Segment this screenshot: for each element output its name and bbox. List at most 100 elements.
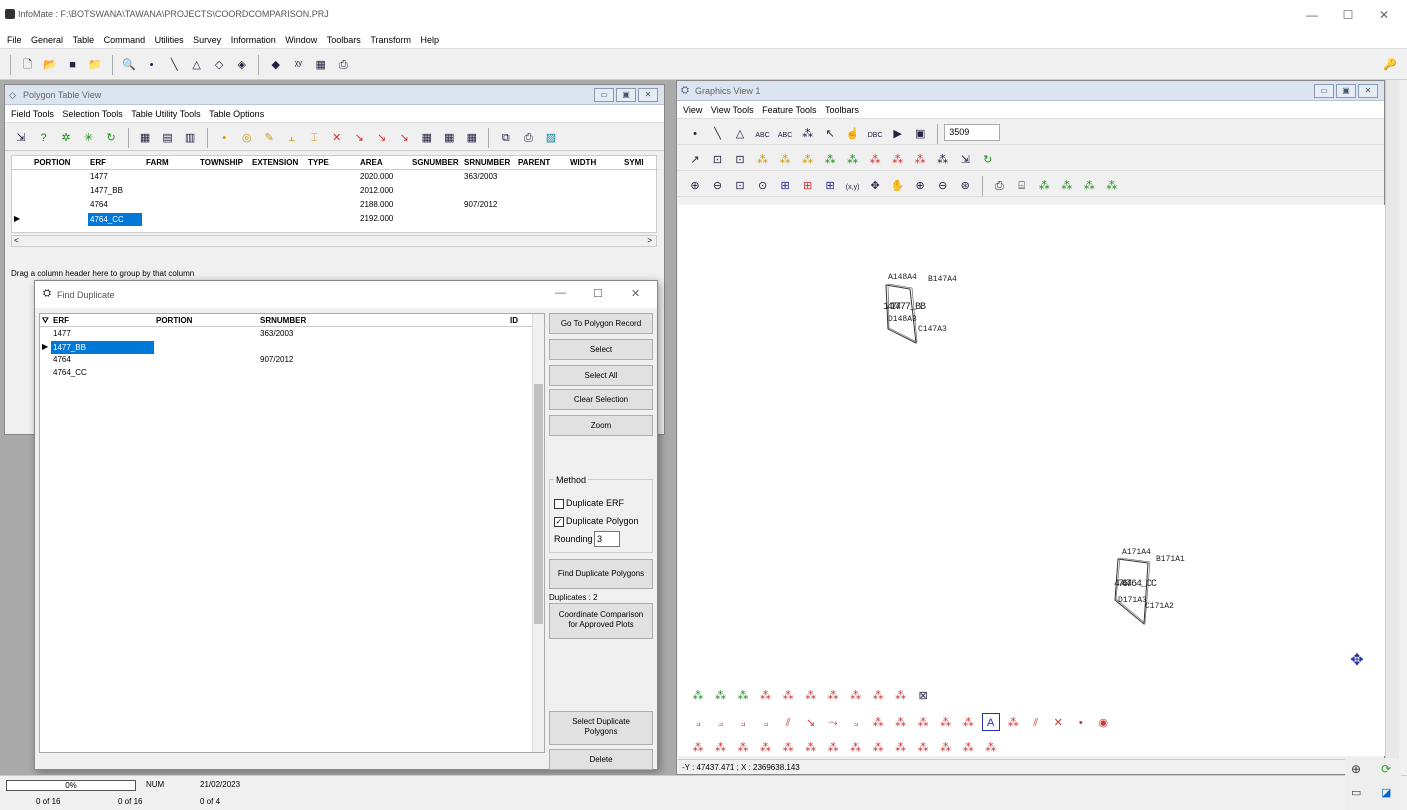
select-button[interactable]: Select <box>549 339 653 360</box>
duplicate-polygon-checkbox[interactable]: ✓ Duplicate Polygon <box>554 516 639 527</box>
menu-survey[interactable]: Survey <box>193 31 221 49</box>
column-header[interactable]: ERF <box>90 156 106 170</box>
menu-view-tools[interactable]: View Tools <box>711 101 754 119</box>
line-o-icon[interactable]: ⫽ <box>1027 714 1045 732</box>
zoom-window-icon[interactable]: ⊡ <box>731 177 749 195</box>
column-header[interactable]: EXTENSION <box>252 156 298 170</box>
pencil-icon[interactable]: ✎ <box>260 129 278 147</box>
zoom-button[interactable]: Zoom <box>549 415 653 436</box>
line-i-icon[interactable]: ⁂ <box>869 714 887 732</box>
line-b-icon[interactable]: ⟓ <box>712 714 730 732</box>
zoom-previous-icon[interactable]: ⊙ <box>754 177 772 195</box>
insert-icon[interactable]: ⌶ <box>305 129 323 147</box>
menu-selection-tools[interactable]: Selection Tools <box>62 105 122 123</box>
frame-select-icon[interactable]: ⊠ <box>914 687 932 705</box>
target-icon[interactable]: ◎ <box>238 129 256 147</box>
coordinate-comparison-button[interactable]: Coordinate Comparison for Approved Plots <box>549 603 653 639</box>
cursor-icon[interactable]: ▶ <box>889 125 907 143</box>
column-header[interactable]: PARENT <box>518 156 550 170</box>
calculator-icon[interactable]: ▦ <box>136 129 154 147</box>
copy-icon[interactable]: ⧉ <box>497 129 515 147</box>
zoom-refresh-icon[interactable]: ⊛ <box>956 177 974 195</box>
zoom-in-icon[interactable]: ⊕ <box>686 177 704 195</box>
node-e-icon[interactable]: ⁂ <box>779 687 797 705</box>
refresh-icon[interactable]: ↻ <box>979 151 997 169</box>
line-e-icon[interactable]: ⫽ <box>779 714 797 732</box>
column-header[interactable]: PORTION <box>156 314 192 328</box>
line-q-icon[interactable]: • <box>1072 714 1090 732</box>
menu-field-tools[interactable]: Field Tools <box>11 105 54 123</box>
map-icon[interactable]: ▦ <box>312 56 330 74</box>
pt-n-icon[interactable]: ⁂ <box>982 739 1000 757</box>
scrollbar-thumb[interactable] <box>534 384 543 624</box>
node-c-icon[interactable]: ⁂ <box>1080 177 1098 195</box>
pt-d-icon[interactable]: ⁂ <box>757 739 775 757</box>
xy-icon[interactable]: ᵡʸ <box>289 56 307 74</box>
node-f-icon[interactable]: ⁂ <box>802 687 820 705</box>
line-c-icon[interactable]: ⟓ <box>734 714 752 732</box>
pt-h-icon[interactable]: ⁂ <box>847 739 865 757</box>
horizontal-scrollbar[interactable]: < > <box>11 235 657 247</box>
new-file-icon[interactable]: 🗋 <box>19 56 37 74</box>
polygon-icon[interactable]: △ <box>188 56 206 74</box>
key-icon[interactable]: 🔑 <box>1381 56 1399 74</box>
move-icon[interactable]: ↘ <box>350 129 368 147</box>
line-icon[interactable]: ╲ <box>709 125 727 143</box>
zoom-out-icon[interactable]: ⊖ <box>709 177 727 195</box>
pt-g-icon[interactable]: ⁂ <box>824 739 842 757</box>
print-icon[interactable]: ⎙ <box>519 129 537 147</box>
table-link-icon[interactable]: ▦ <box>463 129 481 147</box>
line-l-icon[interactable]: ⁂ <box>937 714 955 732</box>
line-j-icon[interactable]: ⁂ <box>892 714 910 732</box>
circle-icon[interactable]: ◉ <box>1094 714 1112 732</box>
node-b-icon[interactable]: ⁂ <box>1058 177 1076 195</box>
delete-icon[interactable]: ✕ <box>328 129 346 147</box>
shape-icon[interactable]: ◇ <box>210 56 228 74</box>
clear-selection-button[interactable]: Clear Selection <box>549 389 653 410</box>
column-header[interactable]: PORTION <box>34 156 70 170</box>
pt-m-icon[interactable]: ⁂ <box>959 739 977 757</box>
line-p-icon[interactable]: ✕ <box>1049 714 1067 732</box>
select-all-button[interactable]: Select All <box>549 365 653 386</box>
list-item-srnumber[interactable]: 907/2012 <box>260 353 293 366</box>
minimize-button[interactable]: — <box>555 287 566 299</box>
line-g-icon[interactable]: ⤳ <box>824 714 842 732</box>
point-icon[interactable]: • <box>143 56 161 74</box>
line-d-icon[interactable]: ⟓ <box>757 714 775 732</box>
pt-j-icon[interactable]: ⁂ <box>892 739 910 757</box>
close-button[interactable]: ✕ <box>1374 6 1394 24</box>
table-row-area[interactable]: 2020.000 <box>360 170 393 183</box>
list-item-erf[interactable]: 4764 <box>53 353 71 366</box>
select-icon[interactable]: ⇲ <box>12 129 30 147</box>
menu-file[interactable]: File <box>7 31 22 49</box>
plot-icon[interactable]: ⌸ <box>1013 177 1031 195</box>
map-icon[interactable]: ▨ <box>542 129 560 147</box>
column-header[interactable]: SRNUMBER <box>260 314 306 328</box>
pt-i-icon[interactable]: ⁂ <box>869 739 887 757</box>
table-row-area[interactable]: 2012.000 <box>360 184 393 197</box>
dbc-icon[interactable]: DBC <box>866 127 884 145</box>
menu-utilities[interactable]: Utilities <box>155 31 184 49</box>
grid-vertical-scrollbar[interactable] <box>532 314 544 752</box>
column-header[interactable]: WIDTH <box>570 156 596 170</box>
pt-a-icon[interactable]: ⁂ <box>689 739 707 757</box>
zoom-selected-icon[interactable]: ⊞ <box>821 177 839 195</box>
pan-icon[interactable]: ✥ <box>866 177 884 195</box>
print-icon[interactable]: ⎙ <box>990 177 1008 195</box>
split-icon[interactable]: ⫠ <box>283 129 301 147</box>
table-edit-icon[interactable]: ▥ <box>181 129 199 147</box>
menu-help[interactable]: Help <box>421 31 440 49</box>
eraser-icon[interactable]: ◆ <box>267 56 285 74</box>
open-folder-icon[interactable]: 📂 <box>41 56 59 74</box>
coordinate-icon[interactable]: (x,y) <box>844 179 862 197</box>
move3-icon[interactable]: ↘ <box>395 129 413 147</box>
node3-icon[interactable]: ⁂ <box>799 151 817 169</box>
drawing-canvas[interactable]: A148A4 B147A4 1477 1477_BB D148A3 C147A3… <box>678 205 1385 756</box>
pan-control-icon[interactable]: ✥ <box>1346 650 1368 672</box>
query-icon[interactable]: ? <box>35 129 53 147</box>
polygon-icon[interactable]: △ <box>731 125 749 143</box>
node6-icon[interactable]: ⁂ <box>866 151 884 169</box>
node9-icon[interactable]: ⁂ <box>934 151 952 169</box>
pt-c-icon[interactable]: ⁂ <box>734 739 752 757</box>
layers-icon[interactable]: ◈ <box>233 56 251 74</box>
